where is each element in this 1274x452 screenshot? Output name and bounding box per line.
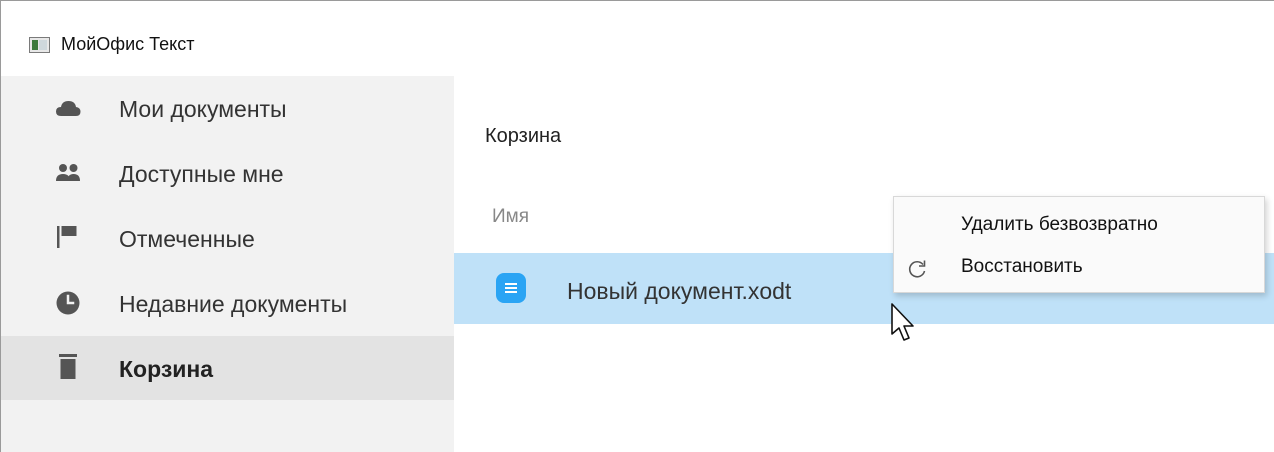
trash-icon xyxy=(59,354,77,379)
cloud-icon xyxy=(56,101,81,116)
column-header-name[interactable]: Имя xyxy=(492,206,529,228)
page-title: Корзина xyxy=(485,125,562,147)
sidebar-item-label: Мои документы xyxy=(119,96,287,122)
context-menu: Удалить безвозвратно Восстановить xyxy=(893,196,1265,293)
menu-item-restore[interactable]: Восстановить xyxy=(894,247,1264,289)
menu-item-label: Удалить безвозвратно xyxy=(961,214,1158,235)
menu-item-label: Восстановить xyxy=(961,256,1083,277)
mouse-cursor-icon xyxy=(891,303,914,341)
title-bar: МойОфис Текст xyxy=(1,1,1274,76)
restore-icon xyxy=(908,260,926,278)
sidebar-item-recent[interactable]: Недавние документы xyxy=(1,268,454,332)
sidebar-item-flagged[interactable]: Отмеченные xyxy=(1,204,454,268)
menu-item-delete-permanently[interactable]: Удалить безвозвратно xyxy=(894,203,1264,245)
app-title: МойОфис Текст xyxy=(61,34,195,54)
app-icon xyxy=(29,37,50,53)
sidebar-item-label: Отмеченные xyxy=(119,226,255,252)
file-name: Новый документ.xodt xyxy=(567,278,792,304)
sidebar-item-label: Доступные мне xyxy=(119,161,284,187)
sidebar: Мои документы Доступные мне Отмеченные Н… xyxy=(1,76,454,452)
app-window: МойОфис Текст Мои документы Доступные мн… xyxy=(0,0,1274,452)
sidebar-item-my-documents[interactable]: Мои документы xyxy=(1,76,454,140)
sidebar-item-shared[interactable]: Доступные мне xyxy=(1,140,454,204)
sidebar-item-label: Корзина xyxy=(119,356,214,382)
people-icon xyxy=(56,164,80,181)
flag-icon xyxy=(57,226,77,248)
sidebar-item-trash[interactable]: Корзина xyxy=(1,336,454,400)
clock-icon xyxy=(56,291,80,315)
document-icon xyxy=(496,273,526,303)
sidebar-item-label: Недавние документы xyxy=(119,291,348,317)
